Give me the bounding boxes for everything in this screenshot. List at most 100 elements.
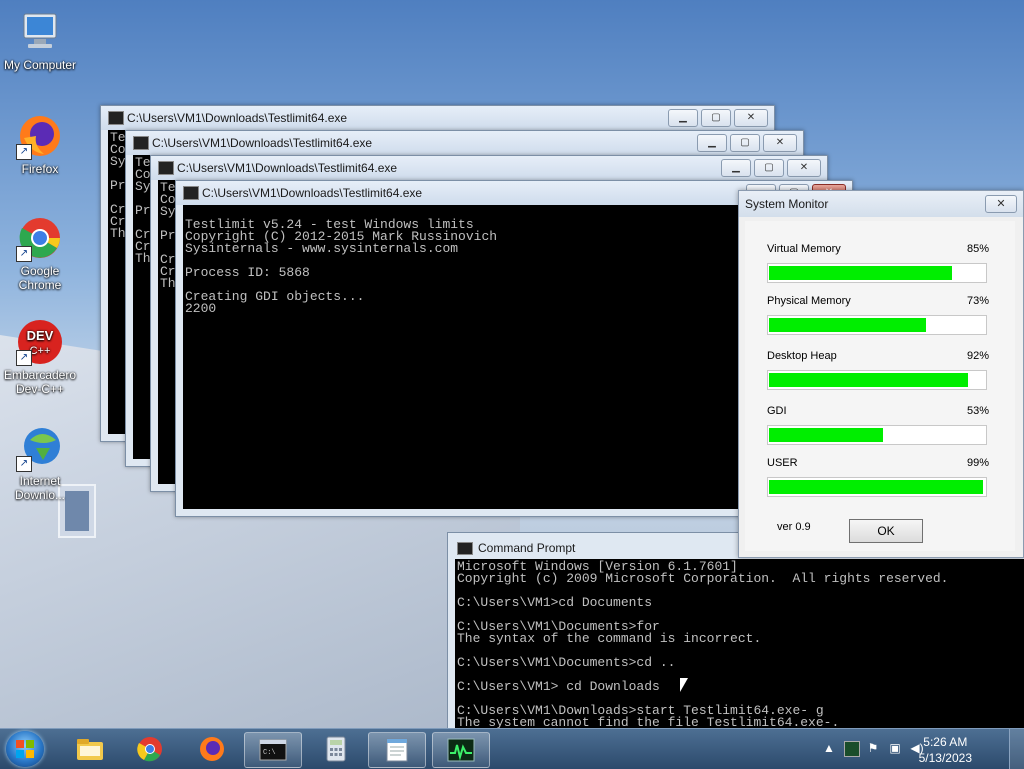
meter-fill xyxy=(769,480,983,494)
minimize-button[interactable]: ▁ xyxy=(668,109,698,127)
console-icon xyxy=(183,186,199,200)
firefox-icon xyxy=(200,737,224,761)
calculator-icon xyxy=(326,736,346,762)
title-bar[interactable]: C:\Users\VM1\Downloads\Testlimit64.exe ▁… xyxy=(101,106,774,130)
meter-percent: 99% xyxy=(966,457,989,469)
system-monitor-window[interactable]: System Monitor ✕ Virtual Memory 85% Phys… xyxy=(738,190,1024,558)
meter-virtual-memory: Virtual Memory 85% xyxy=(767,243,989,283)
console-icon xyxy=(133,136,149,150)
desktop-icon-firefox[interactable]: ↗ Firefox xyxy=(0,112,80,176)
meter-percent: 92% xyxy=(966,350,989,362)
meter-label: Physical Memory xyxy=(767,295,851,307)
close-button[interactable]: ✕ xyxy=(787,159,821,177)
maximize-button[interactable]: ▢ xyxy=(754,159,784,177)
svg-text:C++: C++ xyxy=(30,345,51,357)
taskbar: C:\ ▲ ⚑ ▣ ◀) 5:26 AM 5/13/2023 xyxy=(0,728,1024,769)
desktop-icon-label: Embarcadero Dev-C++ xyxy=(3,368,77,396)
maximize-button[interactable]: ▢ xyxy=(730,134,760,152)
show-desktop-button[interactable] xyxy=(1009,729,1024,769)
firefox-icon: ↗ xyxy=(16,112,64,160)
taskbar-notepad-button[interactable] xyxy=(368,732,426,768)
mouse-cursor-icon xyxy=(680,678,688,692)
clock[interactable]: 5:26 AM 5/13/2023 xyxy=(919,734,972,766)
chrome-icon xyxy=(137,737,162,762)
chrome-icon: ↗ xyxy=(16,214,64,262)
clock-time: 5:26 AM xyxy=(923,735,968,749)
system-monitor-icon xyxy=(447,738,475,762)
show-hidden-icons-icon[interactable]: ▲ xyxy=(822,741,836,755)
desktop-icon-embarcadero-dev-cpp[interactable]: DEV C++ ↗ Embarcadero Dev-C++ xyxy=(0,318,80,396)
svg-text:C:\: C:\ xyxy=(263,749,276,757)
taskbar-firefox-button[interactable] xyxy=(184,732,240,766)
console-icon xyxy=(158,161,174,175)
meter-percent: 85% xyxy=(966,243,989,255)
meter-fill xyxy=(769,318,927,332)
network-icon[interactable]: ▣ xyxy=(888,741,902,755)
window-title: Command Prompt xyxy=(478,541,576,555)
console-output[interactable]: Microsoft Windows [Version 6.1.7601] Cop… xyxy=(455,559,1024,733)
meter-gdi: GDI 53% xyxy=(767,405,989,445)
title-bar[interactable]: System Monitor ✕ xyxy=(739,191,1023,217)
desktop-icon-internet-download-manager[interactable]: ↗ Internet Downlo... xyxy=(0,424,80,502)
shortcut-arrow-icon: ↗ xyxy=(16,246,32,262)
meter-label: Desktop Heap xyxy=(767,350,837,362)
meter-percent: 53% xyxy=(966,405,989,417)
desktop-icon-label: Firefox xyxy=(21,162,59,176)
meter-bar xyxy=(767,425,987,445)
meter-bar xyxy=(767,263,987,283)
notepad-icon xyxy=(386,738,408,762)
version-label: ver 0.9 xyxy=(777,521,811,533)
meter-physical-memory: Physical Memory 73% xyxy=(767,295,989,335)
start-orb-icon[interactable] xyxy=(6,731,44,767)
meter-percent: 73% xyxy=(966,295,989,307)
meter-label: USER xyxy=(767,457,798,469)
minimize-button[interactable]: ▁ xyxy=(721,159,751,177)
action-center-icon[interactable]: ⚑ xyxy=(866,741,880,755)
title-bar[interactable]: C:\Users\VM1\Downloads\Testlimit64.exe ▁… xyxy=(126,131,803,155)
desktop-icon-label: Internet Downlo... xyxy=(14,474,66,502)
computer-icon xyxy=(16,8,64,56)
window-title: C:\Users\VM1\Downloads\Testlimit64.exe xyxy=(177,161,398,175)
console-icon xyxy=(108,111,124,125)
title-bar[interactable]: C:\Users\VM1\Downloads\Testlimit64.exe ▁… xyxy=(151,156,827,180)
command-prompt-window[interactable]: Command Prompt Microsoft Windows [Versio… xyxy=(447,532,1024,734)
meter-label: GDI xyxy=(767,405,787,417)
meter-label: Virtual Memory xyxy=(767,243,841,255)
taskbar-system-monitor-button[interactable] xyxy=(432,732,490,768)
meter-fill xyxy=(769,266,953,280)
shortcut-arrow-icon: ↗ xyxy=(16,456,32,472)
close-button[interactable]: ✕ xyxy=(734,109,768,127)
console-icon xyxy=(457,542,473,555)
dev-cpp-icon: DEV C++ ↗ xyxy=(16,318,64,366)
monitor-panel: Virtual Memory 85% Physical Memory 73% D… xyxy=(745,221,1015,551)
taskbar-explorer-button[interactable] xyxy=(62,732,118,766)
taskbar-cmd-button[interactable]: C:\ xyxy=(244,732,302,768)
taskbar-chrome-button[interactable] xyxy=(122,732,178,766)
meter-bar xyxy=(767,315,987,335)
meter-bar xyxy=(767,477,987,497)
ok-button[interactable]: OK xyxy=(849,519,923,543)
shortcut-arrow-icon: ↗ xyxy=(16,350,32,366)
window-title: C:\Users\VM1\Downloads\Testlimit64.exe xyxy=(152,136,373,150)
desktop-icon-my-computer[interactable]: My Computer xyxy=(0,8,80,72)
minimize-button[interactable]: ▁ xyxy=(697,134,727,152)
idm-icon: ↗ xyxy=(16,424,64,472)
meter-desktop-heap: Desktop Heap 92% xyxy=(767,350,989,390)
maximize-button[interactable]: ▢ xyxy=(701,109,731,127)
explorer-icon xyxy=(77,739,103,760)
tray-monitor-icon[interactable] xyxy=(844,741,860,757)
cmd-icon: C:\ xyxy=(259,739,287,761)
window-title: C:\Users\VM1\Downloads\Testlimit64.exe xyxy=(127,111,348,125)
desktop-icon-label: Google Chrome xyxy=(18,264,62,292)
desktop-icon-google-chrome[interactable]: ↗ Google Chrome xyxy=(0,214,80,292)
meter-bar xyxy=(767,370,987,390)
shortcut-arrow-icon: ↗ xyxy=(16,144,32,160)
window-title: System Monitor xyxy=(745,197,829,211)
close-button[interactable]: ✕ xyxy=(763,134,797,152)
window-title: C:\Users\VM1\Downloads\Testlimit64.exe xyxy=(202,186,423,200)
system-tray: ▲ ⚑ ▣ ◀) 5:26 AM 5/13/2023 xyxy=(814,729,1024,769)
meter-fill xyxy=(769,428,883,442)
taskbar-calculator-button[interactable] xyxy=(308,732,364,766)
desktop-icon-label: My Computer xyxy=(3,58,77,72)
close-button[interactable]: ✕ xyxy=(985,195,1017,213)
